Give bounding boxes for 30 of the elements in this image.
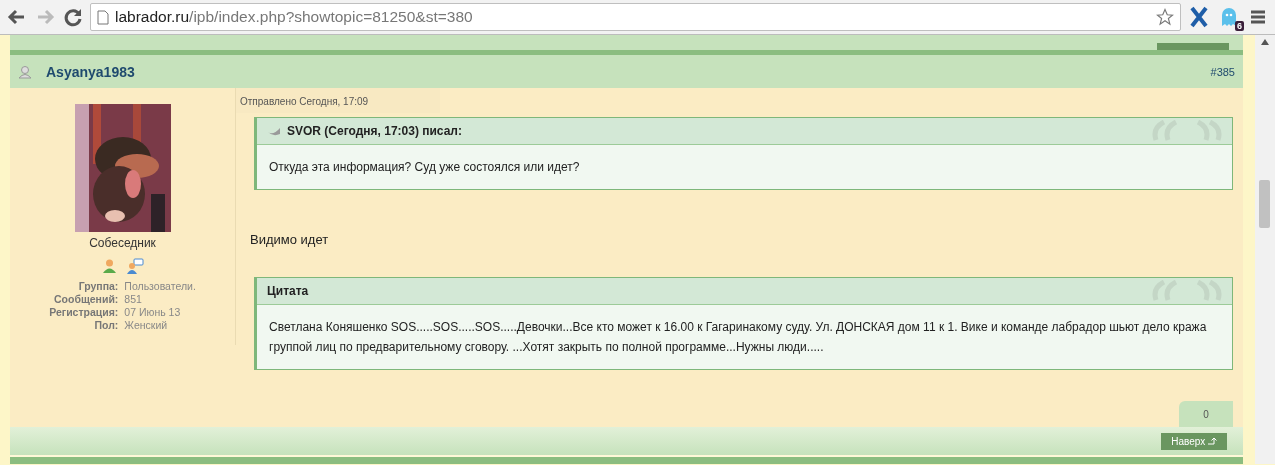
user-rank: Собеседник bbox=[89, 236, 156, 250]
scrollbar[interactable] bbox=[1255, 35, 1275, 464]
address-bar[interactable]: labrador.ru/ipb/index.php?showtopic=81250&st=380 bbox=[90, 3, 1181, 31]
author-name[interactable]: Asyanya1983 bbox=[46, 63, 1197, 80]
field-label: Сообщений: bbox=[53, 293, 119, 306]
quote-header: SVOR (Сегодня, 17:03) писал: bbox=[287, 124, 462, 138]
quote-arrow-icon bbox=[267, 126, 281, 136]
message-icon[interactable] bbox=[126, 258, 144, 274]
quote-text: Откуда эта информация? Суд уже состоялся или идет? bbox=[268, 159, 581, 176]
field-value: 07 Июнь 13 bbox=[124, 306, 182, 319]
scroll-up-icon[interactable] bbox=[1261, 39, 1269, 45]
field-label: Группа: bbox=[77, 280, 119, 293]
field-value: 851 bbox=[124, 293, 143, 306]
star-icon[interactable] bbox=[1156, 8, 1174, 26]
page-icon bbox=[97, 9, 109, 25]
field-label: Регистрация: bbox=[49, 306, 119, 319]
post-number[interactable]: #385 bbox=[1210, 65, 1235, 78]
field-value: Женский bbox=[124, 319, 169, 332]
user-icon bbox=[18, 64, 32, 79]
field-label: Пол: bbox=[93, 319, 119, 332]
citation-header: Цитата bbox=[267, 284, 309, 298]
scroll-thumb[interactable] bbox=[1259, 180, 1270, 228]
x-extension-icon[interactable] bbox=[1189, 6, 1209, 28]
up-arrow-icon bbox=[1208, 436, 1217, 445]
field-value: Пользователи. bbox=[124, 280, 196, 293]
citation-text: Светлана Коняшенко SOS.....SOS.....SOS.....Девочки...Все кто может к 16.00 к Гагаринакому суду. Ул. ДОНСКАЯ дом 11 к 1. Вике и команде лабрадор шьют дело кража группой лиц по предварительному сговору. ...Хотят закрыть по полной программе...Нужны люди..... bbox=[268, 319, 1208, 356]
reload-icon[interactable] bbox=[62, 6, 84, 28]
reputation-count: 0 bbox=[1179, 401, 1233, 427]
post-text: Видимо идет bbox=[250, 232, 330, 247]
profile-icon[interactable] bbox=[101, 258, 117, 274]
